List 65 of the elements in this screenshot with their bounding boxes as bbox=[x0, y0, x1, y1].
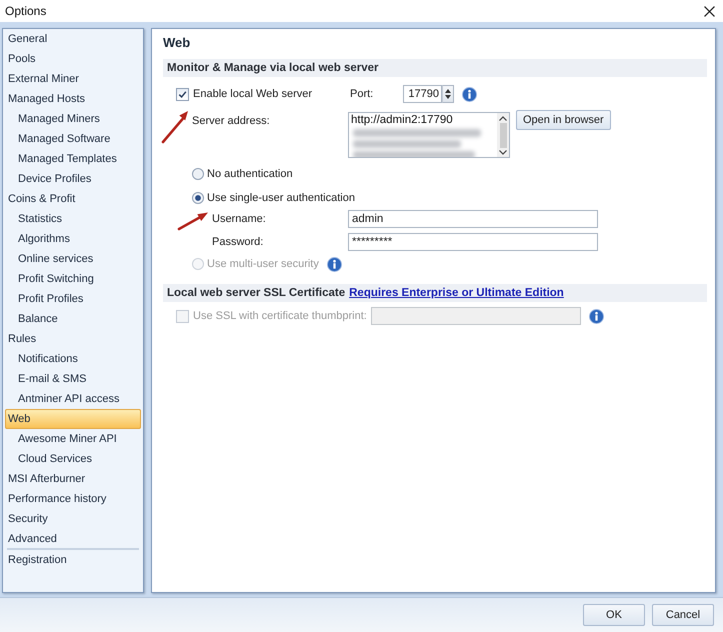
sidebar-item[interactable]: External Miner bbox=[5, 69, 141, 89]
dialog-button[interactable]: Cancel bbox=[652, 604, 714, 626]
info-icon[interactable] bbox=[588, 308, 604, 324]
field-label: Password: bbox=[212, 236, 264, 248]
sidebar-subitem[interactable]: E-mail & SMS bbox=[5, 369, 141, 389]
sidebar-subitem[interactable]: Profit Profiles bbox=[5, 289, 141, 309]
window-title: Options bbox=[5, 4, 46, 18]
sidebar-item[interactable]: Rules bbox=[5, 329, 141, 349]
sidebar-subitem[interactable]: Antminer API access bbox=[5, 389, 141, 409]
sidebar-item[interactable]: Pools bbox=[5, 49, 141, 69]
sidebar-subitem[interactable]: Awesome Miner API bbox=[5, 429, 141, 449]
check-icon bbox=[178, 90, 187, 98]
field-label: Username: bbox=[212, 213, 266, 225]
close-button[interactable] bbox=[702, 4, 717, 18]
sidebar-subitem[interactable]: Managed Templates bbox=[5, 149, 141, 169]
field-label: Server address: bbox=[192, 115, 270, 127]
text-field[interactable]: ********* bbox=[348, 233, 598, 251]
sidebar-subitem[interactable]: Notifications bbox=[5, 349, 141, 369]
sidebar-subitem[interactable]: Managed Miners bbox=[5, 109, 141, 129]
dialog-button[interactable]: OK bbox=[583, 604, 645, 626]
scrollbar[interactable] bbox=[497, 113, 509, 157]
sidebar-item[interactable]: MSI Afterburner bbox=[5, 469, 141, 489]
sidebar-subitem[interactable]: Algorithms bbox=[5, 229, 141, 249]
spin-buttons[interactable] bbox=[442, 85, 454, 103]
sidebar-subitem[interactable]: Cloud Services bbox=[5, 449, 141, 469]
sidebar-subitem[interactable]: Managed Software bbox=[5, 129, 141, 149]
radio-label[interactable]: Use single-user authentication bbox=[207, 192, 355, 204]
sidebar-item[interactable]: Coins & Profit bbox=[5, 189, 141, 209]
sidebar-subitem[interactable]: Statistics bbox=[5, 209, 141, 229]
sidebar-subitem[interactable]: Device Profiles bbox=[5, 169, 141, 189]
annotation-arrow bbox=[177, 210, 210, 231]
sidebar-item[interactable]: Performance history bbox=[5, 489, 141, 509]
caret-up-icon bbox=[445, 89, 451, 93]
port-field[interactable]: 17790 bbox=[403, 85, 442, 103]
annotation-arrow bbox=[161, 109, 191, 144]
radio-button[interactable] bbox=[192, 192, 204, 204]
caret-up-icon[interactable] bbox=[499, 116, 507, 121]
sidebar-item[interactable]: Security bbox=[5, 509, 141, 529]
section-title: Local web server SSL Certificate bbox=[167, 287, 346, 299]
sidebar-item[interactable]: Advanced bbox=[5, 529, 141, 549]
open-browser-button[interactable]: Open in browser bbox=[516, 110, 611, 130]
upgrade-link[interactable]: Requires Enterprise or Ultimate Edition bbox=[349, 287, 564, 299]
list-item[interactable]: http://admin2:17790 bbox=[351, 114, 495, 126]
address-list[interactable]: http://admin2:17790 bbox=[348, 112, 510, 158]
page-title: Web bbox=[163, 35, 192, 51]
scrollbar-thumb[interactable] bbox=[500, 123, 506, 148]
caret-down-icon bbox=[445, 95, 451, 99]
sidebar-item[interactable]: Managed Hosts bbox=[5, 89, 141, 109]
text-field[interactable]: admin bbox=[348, 210, 598, 228]
sidebar-subitem[interactable]: Profit Switching bbox=[5, 269, 141, 289]
sidebar-item[interactable]: Web bbox=[5, 409, 141, 429]
sidebar-item[interactable]: Registration bbox=[5, 550, 141, 570]
checkbox[interactable] bbox=[176, 88, 189, 100]
radio-label[interactable]: No authentication bbox=[207, 168, 293, 180]
close-icon bbox=[704, 6, 715, 16]
info-icon[interactable] bbox=[462, 86, 477, 102]
sidebar-subitem[interactable]: Balance bbox=[5, 309, 141, 329]
sidebar-subitem[interactable]: Online services bbox=[5, 249, 141, 269]
radio-button[interactable] bbox=[192, 168, 204, 180]
field-label: Port: bbox=[350, 88, 374, 100]
sidebar-item[interactable]: General bbox=[5, 29, 141, 49]
caret-down-icon[interactable] bbox=[499, 150, 507, 155]
section-title: Monitor & Manage via local web server bbox=[167, 62, 379, 74]
thumbprint-field[interactable] bbox=[370, 307, 581, 325]
checkbox-label[interactable]: Enable local Web server bbox=[193, 88, 312, 100]
